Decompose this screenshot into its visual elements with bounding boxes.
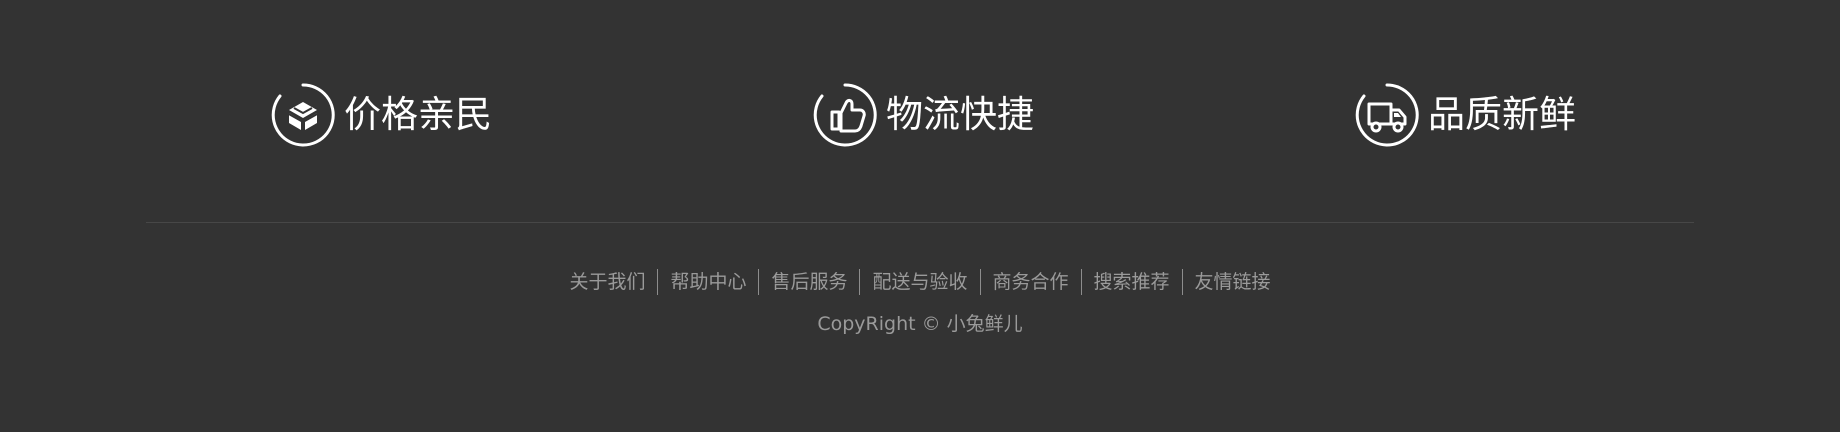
- feature-quality: 品质新鲜: [1354, 80, 1576, 150]
- feature-logistics-label: 物流快捷: [886, 93, 1034, 136]
- business-cooperation-link[interactable]: 商务合作: [979, 269, 1081, 295]
- after-sales-link[interactable]: 售后服务: [758, 269, 859, 295]
- friendly-links-link[interactable]: 友情链接: [1181, 269, 1283, 295]
- search-recommendation-link[interactable]: 搜索推荐: [1080, 269, 1182, 295]
- site-footer: 价格亲民 物流快捷 品质新鲜 关于我们 帮助中心 售后服务 配送与验收 商务合作…: [0, 0, 1840, 432]
- footer-divider: [146, 222, 1694, 223]
- feature-quality-label: 品质新鲜: [1428, 93, 1576, 136]
- box-icon: [270, 82, 336, 148]
- about-us-link[interactable]: 关于我们: [557, 269, 657, 295]
- thumbs-up-icon: [812, 82, 878, 148]
- delivery-truck-icon: [1354, 82, 1420, 148]
- copyright-text: CopyRight © 小兔鲜儿: [817, 313, 1023, 335]
- help-center-link[interactable]: 帮助中心: [657, 269, 758, 295]
- delivery-acceptance-link[interactable]: 配送与验收: [859, 269, 979, 295]
- footer-links: 关于我们 帮助中心 售后服务 配送与验收 商务合作 搜索推荐 友情链接: [0, 268, 1840, 296]
- feature-logistics: 物流快捷: [812, 80, 1034, 150]
- feature-price: 价格亲民: [270, 80, 492, 150]
- feature-price-label: 价格亲民: [344, 93, 492, 136]
- feature-highlights: 价格亲民 物流快捷 品质新鲜: [0, 80, 1840, 150]
